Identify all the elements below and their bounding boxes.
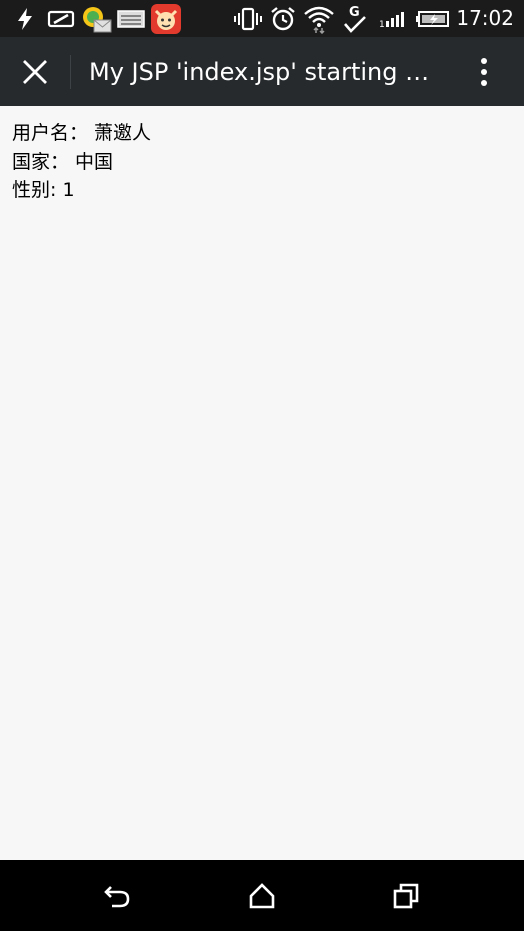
- alarm-icon: [268, 0, 298, 37]
- toolbar-divider: [70, 55, 71, 89]
- country-line: 国家： 中国: [12, 150, 114, 173]
- recents-icon: [393, 883, 419, 909]
- username-line: 用户名： 萧邀人: [12, 122, 152, 144]
- status-bar: G 1 17:02: [0, 0, 524, 37]
- signal-icon: 1: [376, 0, 410, 37]
- recents-button[interactable]: [382, 872, 430, 920]
- g-network-icon: G: [340, 0, 370, 37]
- home-button[interactable]: [238, 872, 286, 920]
- close-button[interactable]: [8, 45, 62, 99]
- close-icon: [23, 60, 47, 84]
- flash-icon: [12, 0, 38, 37]
- home-icon: [249, 883, 275, 909]
- status-time: 17:02: [456, 6, 514, 30]
- overflow-menu-button[interactable]: [462, 49, 506, 95]
- gender-line: 性别: 1: [12, 179, 75, 201]
- page-title: My JSP 'index.jsp' starting p...: [89, 58, 439, 86]
- svg-text:G: G: [349, 5, 360, 20]
- navigation-bar: [0, 860, 524, 931]
- battery-charging-icon: [414, 0, 452, 37]
- back-icon: [104, 886, 130, 908]
- browser-toolbar: My JSP 'index.jsp' starting p...: [0, 37, 524, 106]
- keyboard-icon: [116, 0, 146, 37]
- chat-mail-icon: [80, 0, 114, 37]
- back-button[interactable]: [93, 872, 141, 920]
- more-vertical-icon: [481, 58, 487, 86]
- battery-saver-icon: [45, 0, 77, 37]
- vibrate-icon: [232, 0, 264, 37]
- page-content: 用户名： 萧邀人 国家： 中国 性别: 1: [12, 119, 151, 205]
- svg-text:1: 1: [379, 20, 385, 30]
- app-icon: [149, 0, 183, 37]
- wifi-icon: [302, 0, 336, 37]
